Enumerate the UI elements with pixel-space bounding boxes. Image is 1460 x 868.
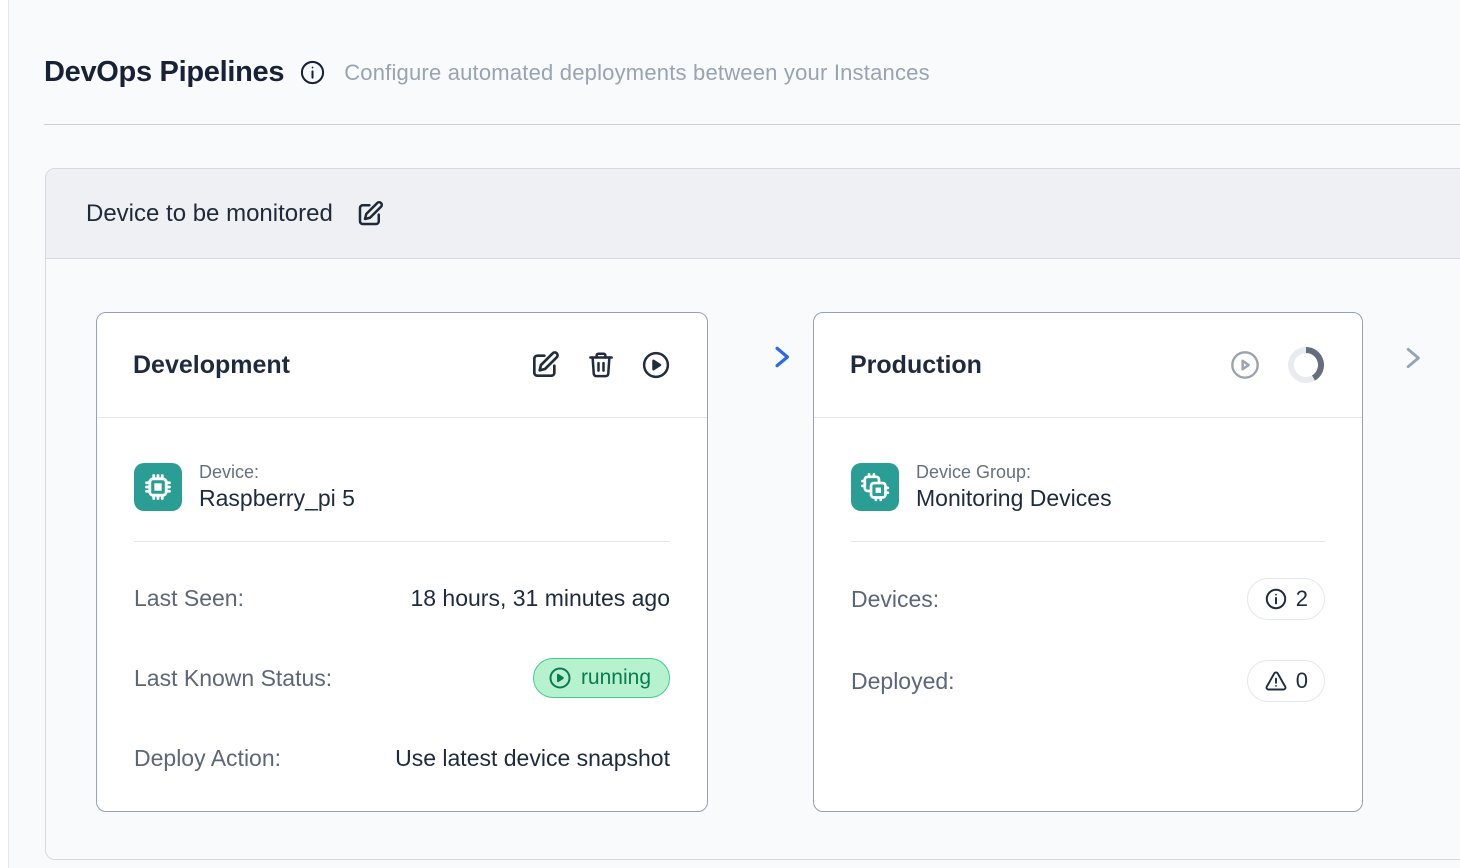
development-card-header: Development bbox=[97, 313, 707, 418]
edit-icon bbox=[529, 349, 561, 381]
stage-card-development: Development bbox=[96, 312, 708, 812]
chevron-right-icon bbox=[1400, 343, 1426, 373]
devops-pipelines-page: DevOps Pipelines Configure automated dep… bbox=[0, 0, 1460, 868]
deploy-action-row: Deploy Action: Use latest device snapsho… bbox=[134, 740, 670, 776]
card-divider bbox=[851, 541, 1325, 542]
delete-stage-button[interactable] bbox=[586, 350, 616, 380]
page-subtitle: Configure automated deployments between … bbox=[344, 60, 930, 86]
play-circle-icon bbox=[548, 666, 572, 690]
trash-icon bbox=[586, 350, 616, 380]
devices-count: 2 bbox=[1296, 586, 1308, 612]
development-card-body: Device: Raspberry_pi 5 Last Seen: 18 hou… bbox=[97, 462, 707, 776]
stage-card-production: Production bbox=[813, 312, 1363, 812]
page-left-edge bbox=[0, 0, 9, 868]
edit-icon bbox=[355, 199, 385, 229]
status-label: Last Known Status: bbox=[134, 665, 332, 692]
edit-pipeline-button[interactable] bbox=[355, 199, 385, 229]
device-name: Raspberry_pi 5 bbox=[199, 485, 355, 512]
production-actions bbox=[1229, 345, 1326, 385]
run-stage-button[interactable] bbox=[641, 350, 671, 380]
status-badge: running bbox=[533, 658, 670, 698]
production-card-body: Device Group: Monitoring Devices Devices… bbox=[814, 462, 1362, 703]
deployed-count-pill[interactable]: 0 bbox=[1247, 660, 1325, 702]
production-card-header: Production bbox=[814, 313, 1362, 418]
status-row: Last Known Status: running bbox=[134, 656, 670, 700]
device-row: Device: Raspberry_pi 5 bbox=[134, 462, 670, 512]
device-group-row: Device Group: Monitoring Devices bbox=[851, 462, 1325, 512]
header-divider bbox=[44, 124, 1460, 125]
devices-label: Devices: bbox=[851, 586, 939, 613]
last-seen-label: Last Seen: bbox=[134, 585, 244, 612]
run-stage-button-disabled[interactable] bbox=[1229, 349, 1261, 381]
device-group-label: Device Group: bbox=[916, 462, 1112, 483]
devices-count-pill[interactable]: 2 bbox=[1247, 578, 1325, 620]
deployed-count: 0 bbox=[1296, 668, 1308, 694]
device-label: Device: bbox=[199, 462, 355, 483]
status-value: running bbox=[581, 666, 651, 690]
development-title: Development bbox=[133, 351, 290, 380]
edit-stage-button[interactable] bbox=[529, 349, 561, 381]
warning-triangle-icon bbox=[1264, 669, 1288, 693]
chip-icon bbox=[134, 463, 182, 511]
deployed-label: Deployed: bbox=[851, 668, 955, 695]
pipeline-panel-header: Device to be monitored bbox=[46, 169, 1460, 259]
device-text: Device: Raspberry_pi 5 bbox=[199, 462, 355, 512]
next-stage-chevron[interactable] bbox=[1400, 343, 1426, 373]
deploy-action-label: Deploy Action: bbox=[134, 745, 281, 772]
page-title: DevOps Pipelines bbox=[44, 56, 284, 89]
card-divider bbox=[134, 541, 670, 542]
info-circle-icon bbox=[1264, 587, 1288, 611]
last-seen-row: Last Seen: 18 hours, 31 minutes ago bbox=[134, 580, 670, 616]
last-seen-value: 18 hours, 31 minutes ago bbox=[410, 585, 670, 612]
development-actions bbox=[529, 349, 671, 381]
chevron-right-icon bbox=[769, 342, 795, 372]
loading-spinner bbox=[1286, 345, 1326, 385]
production-title: Production bbox=[850, 351, 982, 380]
chip-group-icon bbox=[851, 463, 899, 511]
page-header: DevOps Pipelines Configure automated dep… bbox=[44, 56, 1440, 89]
pipeline-title: Device to be monitored bbox=[86, 200, 333, 228]
deploy-action-value: Use latest device snapshot bbox=[395, 745, 670, 772]
devices-row: Devices: 2 bbox=[851, 577, 1325, 621]
deployed-row: Deployed: 0 bbox=[851, 659, 1325, 703]
device-group-text: Device Group: Monitoring Devices bbox=[916, 462, 1112, 512]
play-circle-icon bbox=[641, 350, 671, 380]
info-circle-icon[interactable] bbox=[299, 59, 326, 86]
device-group-name: Monitoring Devices bbox=[916, 485, 1112, 512]
play-circle-icon bbox=[1229, 349, 1261, 381]
pipeline-panel: Device to be monitored Development bbox=[45, 168, 1460, 860]
